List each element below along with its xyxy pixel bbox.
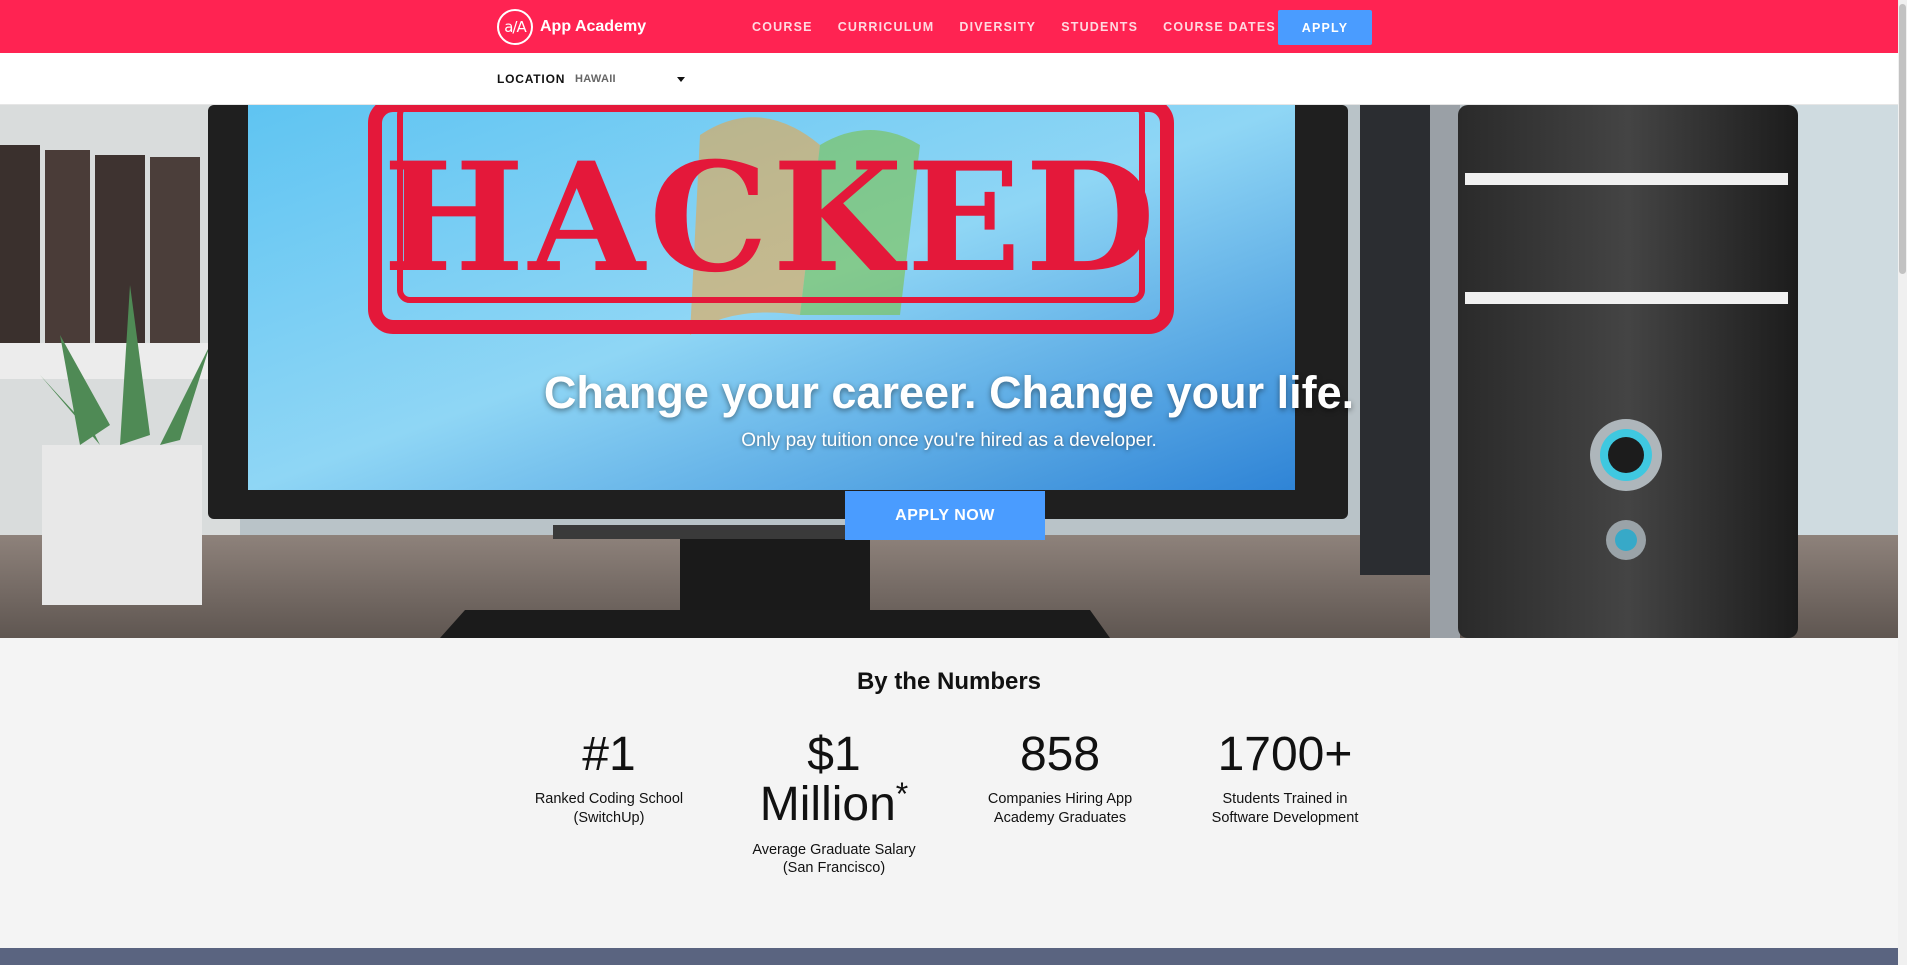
stat-value: #1 (582, 728, 636, 781)
nav-links: COURSE CURRICULUM DIVERSITY STUDENTS COU… (752, 0, 1301, 53)
stat-companies: 858 Companies Hiring App Academy Graduat… (960, 728, 1160, 827)
stat-value: 858 (1019, 728, 1101, 781)
section-title: By the Numbers (856, 668, 1042, 695)
stat-label: Companies Hiring App Academy Graduates (987, 791, 1133, 826)
stat-label: Students Trained in Software Development (1211, 791, 1359, 826)
stat-ranking: #1 Ranked Coding School (SwitchUp) (509, 728, 709, 827)
nav-link-course[interactable]: COURSE (752, 20, 813, 34)
page-scrollbar[interactable] (1898, 0, 1907, 965)
stat-label: Average Graduate Salary (San Francisco) (752, 841, 916, 876)
logo-icon: a/A (497, 9, 533, 45)
hero-banner: HACKED Change your career. Change your l… (0, 105, 1898, 638)
next-section-strip (0, 948, 1898, 965)
hero-subtitle: Only pay tuition once you're hired as a … (741, 430, 1157, 451)
apply-now-button[interactable]: APPLY NOW (845, 491, 1045, 540)
nav-link-students[interactable]: STUDENTS (1061, 20, 1138, 34)
logo-text: App Academy (540, 18, 647, 35)
hero-title: Change your career. Change your life. (543, 367, 1355, 418)
location-bar: LOCATION HAWAII (0, 53, 1898, 105)
apply-button[interactable]: APPLY (1278, 10, 1372, 45)
nav-link-course-dates[interactable]: COURSE DATES (1163, 20, 1276, 34)
by-the-numbers-section: By the Numbers #1 Ranked Coding School (… (0, 638, 1898, 948)
stat-value-line2: Million (759, 778, 896, 832)
stat-value-line1: $1 (807, 728, 861, 781)
stat-value: 1700+ (1217, 728, 1353, 781)
stat-label: Ranked Coding School (SwitchUp) (534, 791, 684, 826)
top-navbar: a/A App Academy COURSE CURRICULUM DIVERS… (0, 0, 1898, 53)
scrollbar-thumb[interactable] (1899, 4, 1906, 274)
nav-link-diversity[interactable]: DIVERSITY (959, 20, 1036, 34)
hacked-stamp-text: HACKED (383, 130, 1159, 306)
app-academy-logo[interactable]: a/A App Academy (497, 9, 646, 45)
stat-footnote: * (895, 776, 909, 813)
caret-down-icon (677, 77, 685, 82)
location-select[interactable]: HAWAII (575, 69, 687, 89)
location-value: HAWAII (575, 73, 616, 85)
stat-students: 1700+ Students Trained in Software Devel… (1185, 728, 1385, 827)
stat-value: $1 Million* (734, 728, 934, 832)
stat-salary: $1 Million* Average Graduate Salary (San… (734, 728, 934, 877)
nav-link-curriculum[interactable]: CURRICULUM (838, 20, 935, 34)
location-label: LOCATION (497, 72, 566, 86)
